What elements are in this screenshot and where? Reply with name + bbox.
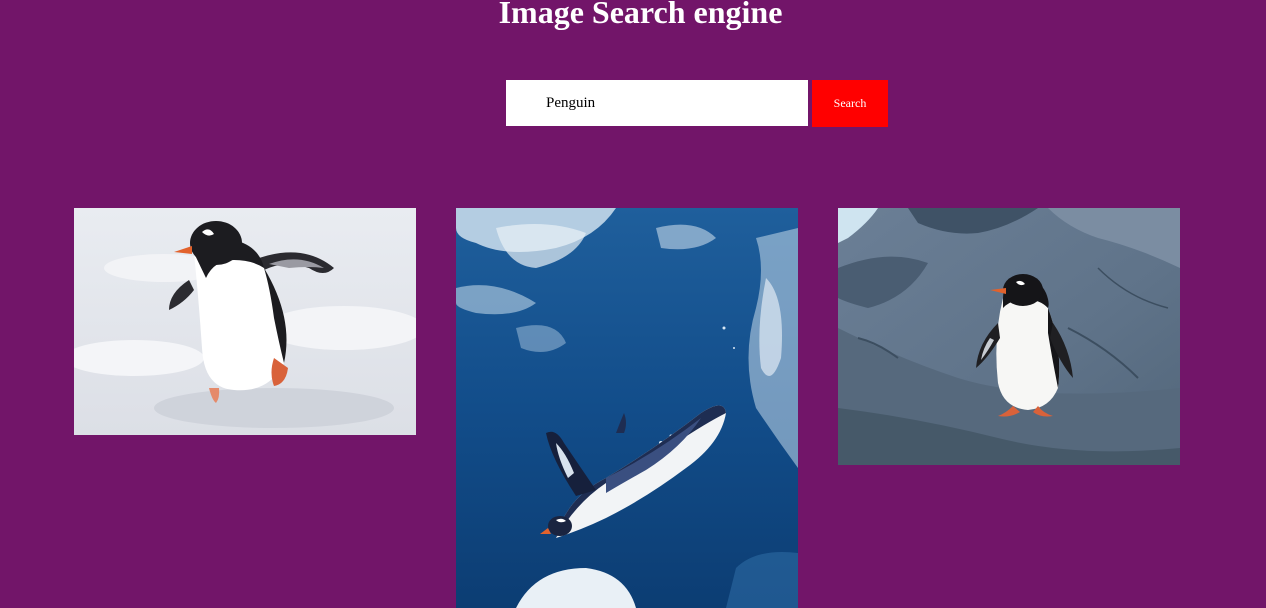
search-input[interactable] [506, 80, 808, 126]
page-title: Image Search engine [498, 0, 783, 30]
penguin-snow-photo [74, 208, 416, 435]
result-image-penguin-snow[interactable] [74, 208, 416, 435]
result-image-penguin-rock[interactable] [838, 208, 1180, 465]
result-image-penguin-underwater[interactable] [456, 208, 798, 608]
penguin-rock-photo [838, 208, 1180, 465]
search-button[interactable]: Search [812, 80, 888, 127]
penguin-underwater-photo [456, 208, 798, 608]
